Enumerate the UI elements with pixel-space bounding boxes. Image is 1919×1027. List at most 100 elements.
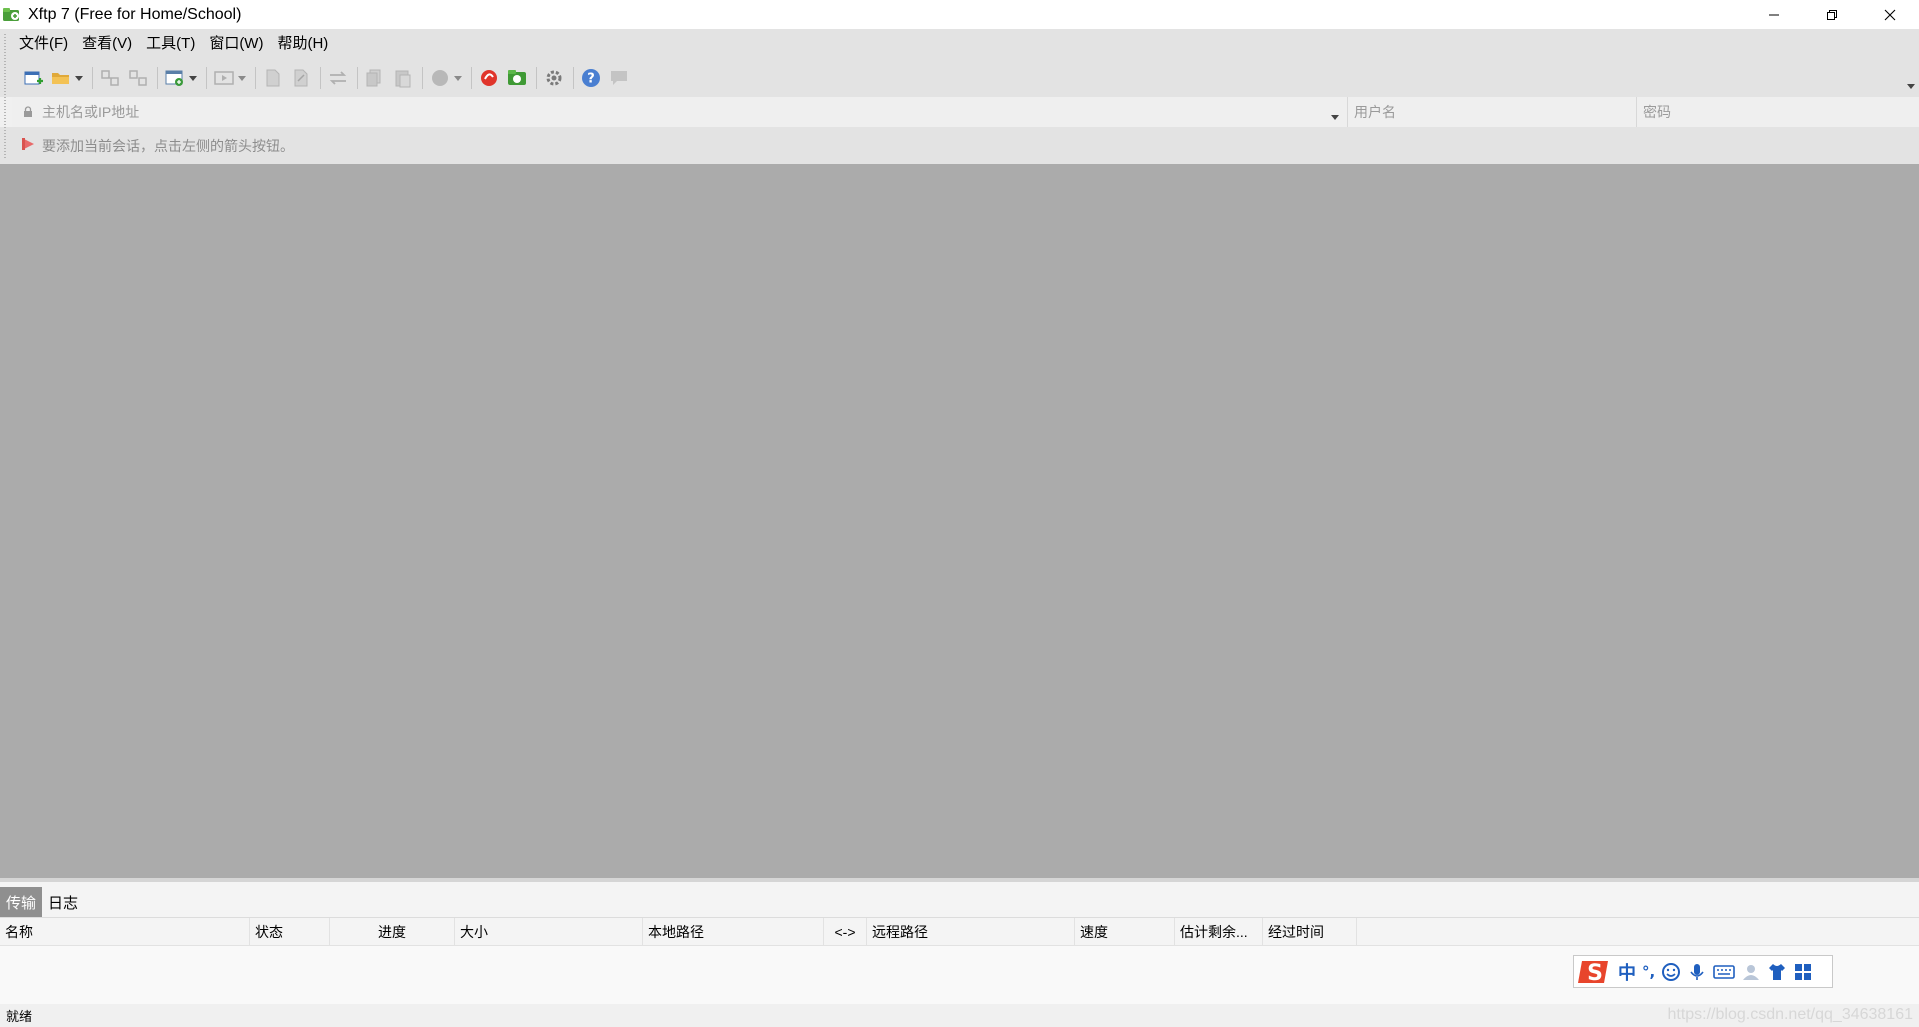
add-session-button[interactable] bbox=[20, 136, 36, 156]
copy-icon bbox=[366, 69, 381, 87]
column-status[interactable]: 状态 bbox=[250, 917, 330, 946]
settings-button[interactable] bbox=[543, 65, 565, 91]
feedback-button[interactable] bbox=[608, 65, 630, 91]
password-field-wrapper bbox=[1637, 97, 1919, 127]
toolbar-separator bbox=[157, 67, 158, 89]
bookmark-arrow-icon bbox=[22, 137, 34, 150]
ime-toolbar: S 中 °, bbox=[1573, 955, 1833, 988]
help-icon: ? bbox=[582, 69, 600, 87]
session-manager-icon bbox=[165, 70, 183, 86]
restore-button[interactable] bbox=[1803, 0, 1861, 29]
column-direction[interactable]: <-> bbox=[824, 917, 867, 946]
column-size[interactable]: 大小 bbox=[455, 917, 643, 946]
grip-handle[interactable] bbox=[4, 34, 6, 160]
open-dropdown[interactable] bbox=[74, 65, 84, 91]
grid-icon bbox=[1795, 963, 1812, 980]
open-folder-icon bbox=[52, 73, 69, 84]
edit-file-icon bbox=[294, 69, 308, 87]
tshirt-icon bbox=[1769, 963, 1786, 980]
copy-button[interactable] bbox=[364, 65, 386, 91]
ime-voice-button[interactable] bbox=[1687, 958, 1707, 986]
new-file-button[interactable] bbox=[262, 65, 284, 91]
status-dropdown[interactable] bbox=[453, 65, 463, 91]
host-input[interactable] bbox=[42, 98, 1312, 126]
xshell-button[interactable] bbox=[478, 65, 500, 91]
help-button[interactable]: ? bbox=[580, 65, 602, 91]
session-manager-button[interactable] bbox=[164, 65, 186, 91]
username-field-wrapper bbox=[1348, 97, 1637, 127]
ime-mode-toggle[interactable]: 中 bbox=[1618, 958, 1636, 986]
menu-view[interactable]: 查看(V) bbox=[75, 29, 139, 59]
disconnect-button[interactable] bbox=[127, 65, 149, 91]
username-input[interactable] bbox=[1354, 98, 1624, 126]
status-circle-icon bbox=[432, 70, 448, 86]
menu-tools[interactable]: 工具(T) bbox=[139, 29, 202, 59]
column-time-left[interactable]: 估计剩余... bbox=[1175, 917, 1263, 946]
close-button[interactable] bbox=[1861, 0, 1919, 29]
terminal-button[interactable] bbox=[213, 65, 235, 91]
edit-file-button[interactable] bbox=[290, 65, 312, 91]
connect-button[interactable] bbox=[99, 65, 121, 91]
session-manager-dropdown[interactable] bbox=[188, 65, 198, 91]
microphone-icon bbox=[1690, 963, 1704, 980]
transfer-column-headers: 名称 状态 进度 大小 本地路径 <-> 远程路径 速度 估计剩余... 经过时… bbox=[0, 917, 1919, 946]
terminal-dropdown[interactable] bbox=[237, 65, 247, 91]
menu-help[interactable]: 帮助(H) bbox=[270, 29, 335, 59]
column-progress[interactable]: 进度 bbox=[330, 917, 455, 946]
tab-transfer[interactable]: 传输 bbox=[0, 887, 43, 917]
transfer-icon bbox=[329, 71, 347, 85]
toolbar-separator bbox=[320, 67, 321, 89]
restore-icon bbox=[1827, 9, 1837, 20]
status-text: 就绪 bbox=[6, 1009, 33, 1024]
connect-icon bbox=[101, 70, 119, 86]
main-workspace bbox=[0, 164, 1919, 878]
host-field-wrapper bbox=[12, 97, 1348, 127]
menu-file[interactable]: 文件(F) bbox=[12, 29, 75, 59]
column-elapsed-time[interactable]: 经过时间 bbox=[1263, 917, 1357, 946]
menu-window[interactable]: 窗口(W) bbox=[202, 29, 270, 59]
tab-log[interactable]: 日志 bbox=[42, 887, 84, 917]
session-hint-text: 要添加当前会话，点击左侧的箭头按钮。 bbox=[42, 137, 294, 154]
status-bar: 就绪 https://blog.csdn.net/qq_34638161 bbox=[0, 1004, 1919, 1027]
transfer-tabs: 传输 日志 bbox=[0, 882, 1919, 918]
toolbar-separator bbox=[255, 67, 256, 89]
chevron-down-icon bbox=[454, 75, 462, 81]
ime-punctuation-toggle[interactable]: °, bbox=[1642, 958, 1655, 986]
ime-keyboard-button[interactable] bbox=[1713, 958, 1736, 986]
toolbar-overflow-button[interactable] bbox=[1907, 77, 1915, 93]
toolbar-separator bbox=[573, 67, 574, 89]
ime-emoji-button[interactable] bbox=[1661, 958, 1681, 986]
disconnect-icon bbox=[129, 70, 147, 86]
column-name[interactable]: 名称 bbox=[0, 917, 250, 946]
chevron-down-icon bbox=[238, 75, 246, 81]
minimize-button[interactable] bbox=[1745, 0, 1803, 29]
xshell-icon bbox=[481, 70, 497, 86]
svg-text:?: ? bbox=[587, 72, 595, 87]
column-remote-path[interactable]: 远程路径 bbox=[867, 917, 1075, 946]
toolbar-separator bbox=[357, 67, 358, 89]
column-local-path[interactable]: 本地路径 bbox=[643, 917, 824, 946]
ime-logo[interactable]: S bbox=[1578, 958, 1612, 986]
password-input[interactable] bbox=[1643, 98, 1903, 126]
feedback-icon bbox=[611, 71, 627, 85]
toolbar-separator bbox=[422, 67, 423, 89]
open-button[interactable] bbox=[50, 65, 72, 91]
xftp-app-icon bbox=[2, 7, 22, 23]
status-button[interactable] bbox=[429, 65, 451, 91]
xftp-icon bbox=[508, 70, 526, 85]
host-dropdown[interactable] bbox=[1331, 108, 1339, 124]
column-speed[interactable]: 速度 bbox=[1075, 917, 1175, 946]
watermark-text: https://blog.csdn.net/qq_34638161 bbox=[1667, 1006, 1913, 1023]
ime-logo-letter: S bbox=[1587, 961, 1603, 986]
transfer-button[interactable] bbox=[327, 65, 349, 91]
paste-button[interactable] bbox=[392, 65, 414, 91]
xftp-button[interactable] bbox=[506, 65, 528, 91]
ime-toolbox-button[interactable] bbox=[1793, 958, 1813, 986]
ime-user-button[interactable] bbox=[1741, 958, 1761, 986]
keyboard-icon bbox=[1713, 964, 1736, 979]
toolbar-separator bbox=[536, 67, 537, 89]
session-hint-bar: 要添加当前会话，点击左侧的箭头按钮。 bbox=[0, 127, 1919, 164]
chevron-down-icon bbox=[1907, 84, 1915, 89]
ime-skin-button[interactable] bbox=[1767, 958, 1787, 986]
new-session-button[interactable] bbox=[22, 65, 44, 91]
